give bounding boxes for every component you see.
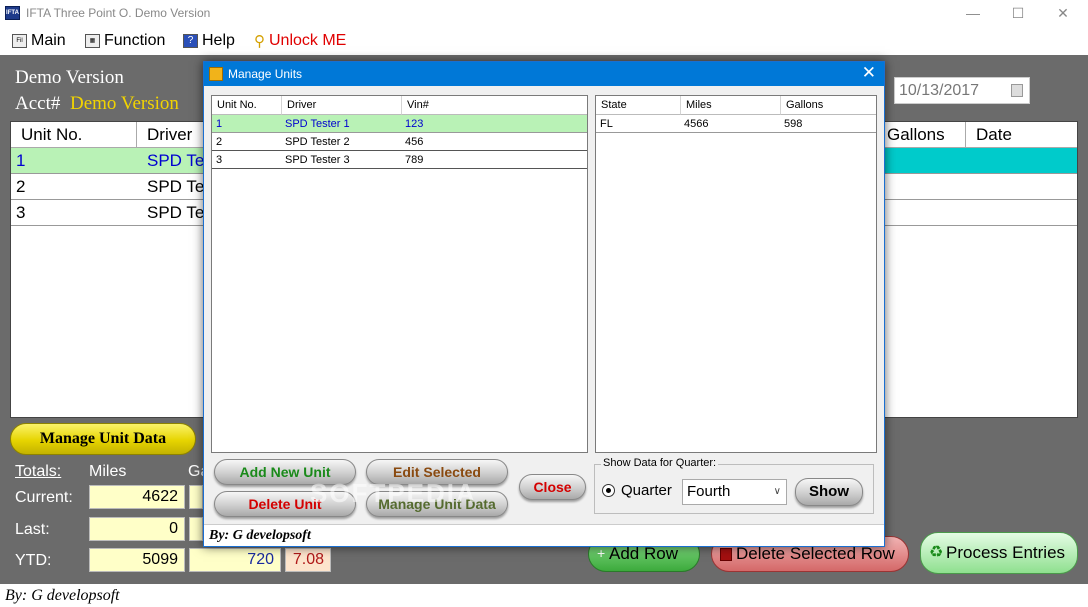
current-label: Current: bbox=[15, 489, 73, 506]
menu-unlock-label: Unlock ME bbox=[269, 32, 347, 49]
dialog-footer-text: By: G developsoft bbox=[209, 528, 311, 543]
manage-unit-data-button[interactable]: Manage Unit Data bbox=[10, 423, 196, 455]
quarter-select-value: Fourth bbox=[687, 483, 731, 500]
dialog-title-bar: Manage Units ✕ bbox=[204, 62, 884, 86]
title-bar: IFTA IFTA Three Point O. Demo Version — … bbox=[0, 0, 1088, 27]
col-gallons[interactable]: Gallons bbox=[877, 122, 966, 148]
key-icon: ⚲ bbox=[254, 33, 265, 50]
menu-help[interactable]: ? Help bbox=[183, 32, 235, 50]
chevron-down-icon: ∨ bbox=[773, 486, 781, 497]
menu-main-label: Main bbox=[31, 32, 66, 49]
miles-label: Miles bbox=[89, 463, 127, 480]
col-date[interactable]: Date bbox=[966, 122, 1077, 148]
selected-cell-highlight bbox=[877, 148, 1077, 173]
units-grid[interactable]: Unit No. Driver Vin# 1 SPD Tester 1 123 … bbox=[211, 95, 588, 453]
quarter-radio-label: Quarter bbox=[621, 482, 672, 499]
cell-vin: 456 bbox=[405, 136, 424, 148]
ytd-miles: 5099 bbox=[89, 548, 185, 572]
totals-label: Totals: bbox=[15, 463, 62, 480]
version-label: Demo Version bbox=[15, 67, 124, 88]
date-picker[interactable]: 10/13/2017 bbox=[894, 77, 1030, 104]
quarter-group: Show Data for Quarter: Quarter Fourth ∨ … bbox=[594, 457, 874, 514]
close-button[interactable]: Close bbox=[519, 474, 586, 500]
cell-unit: 1 bbox=[216, 118, 223, 130]
table-row[interactable]: 1 SPD Tester 1 123 bbox=[212, 115, 587, 133]
current-miles: 4622 bbox=[89, 485, 185, 509]
watermark: SOFTPEDIA bbox=[310, 478, 477, 508]
col-state[interactable]: State bbox=[596, 96, 681, 115]
radio-dot bbox=[606, 488, 611, 493]
app-window: IFTA IFTA Three Point O. Demo Version — … bbox=[0, 0, 1088, 607]
cell-unit: 3 bbox=[216, 154, 223, 166]
help-icon: ? bbox=[183, 34, 198, 48]
close-icon[interactable]: ✕ bbox=[1053, 4, 1073, 22]
minimize-icon[interactable]: — bbox=[963, 4, 983, 22]
ytd-gallons: 720 bbox=[189, 548, 281, 572]
calendar-icon[interactable] bbox=[1011, 84, 1023, 97]
cell-driver: SPD Te bbox=[147, 177, 205, 196]
menu-main[interactable]: Fil Main bbox=[12, 32, 66, 50]
cell-driver: SPD Te bbox=[147, 203, 205, 222]
col-unit-no[interactable]: Unit No. bbox=[11, 122, 137, 148]
table-row[interactable]: 2 SPD Tester 2 456 bbox=[212, 133, 587, 151]
acct-label: Acct# bbox=[15, 93, 61, 114]
function-icon: ▦ bbox=[85, 34, 100, 48]
status-bar: By: G developsoft bbox=[0, 584, 1088, 607]
process-label: Process Entries bbox=[946, 543, 1066, 562]
menu-function-label: Function bbox=[104, 32, 166, 49]
current-gallons bbox=[189, 485, 203, 509]
col-gallons[interactable]: Gallons bbox=[781, 96, 876, 115]
dialog-icon bbox=[209, 67, 223, 81]
last-gallons bbox=[189, 517, 203, 541]
acct-value: Demo Version bbox=[70, 93, 179, 114]
quarter-select[interactable]: Fourth ∨ bbox=[682, 479, 787, 505]
cell-gallons: 598 bbox=[784, 118, 803, 130]
date-value: 10/13/2017 bbox=[899, 82, 980, 99]
plus-icon: + bbox=[597, 545, 606, 561]
cell-driver: SPD Tester 1 bbox=[285, 118, 350, 130]
cell-state: FL bbox=[600, 118, 613, 130]
status-text: By: G developsoft bbox=[5, 587, 120, 604]
show-button[interactable]: Show bbox=[795, 478, 863, 506]
states-grid[interactable]: State Miles Gallons FL 4566 598 bbox=[595, 95, 877, 453]
app-icon: IFTA bbox=[5, 6, 20, 20]
cell-vin: 123 bbox=[405, 118, 424, 130]
cell-unit: 3 bbox=[16, 203, 26, 222]
cell-unit: 2 bbox=[216, 136, 223, 148]
col-miles[interactable]: Miles bbox=[681, 96, 781, 115]
menu-help-label: Help bbox=[202, 32, 235, 49]
col-driver[interactable]: Driver bbox=[282, 96, 402, 115]
manage-units-dialog: Manage Units ✕ Unit No. Driver Vin# 1 SP… bbox=[203, 61, 885, 547]
menu-bar: Fil Main ▦ Function ? Help ⚲ Unlock ME bbox=[0, 27, 1088, 55]
dialog-title: Manage Units bbox=[228, 67, 303, 81]
menu-unlock[interactable]: ⚲ Unlock ME bbox=[254, 32, 346, 50]
ytd-mpg: 7.08 bbox=[285, 548, 331, 572]
table-row[interactable]: 3 SPD Tester 3 789 bbox=[212, 151, 587, 169]
delete-icon bbox=[720, 548, 732, 561]
process-entries-button[interactable]: ♻ Process Entries bbox=[920, 532, 1078, 574]
cell-driver: SPD Tester 3 bbox=[285, 154, 350, 166]
cell-miles: 4566 bbox=[684, 118, 709, 130]
main-icon: Fil bbox=[12, 34, 27, 48]
cell-vin: 789 bbox=[405, 154, 424, 166]
col-vin[interactable]: Vin# bbox=[402, 96, 587, 115]
menu-function[interactable]: ▦ Function bbox=[85, 32, 165, 50]
last-label: Last: bbox=[15, 521, 50, 538]
cell-driver: SPD Te bbox=[147, 151, 205, 170]
quarter-group-label: Show Data for Quarter: bbox=[601, 457, 719, 469]
cell-unit: 1 bbox=[16, 151, 26, 170]
maximize-icon[interactable]: ☐ bbox=[1008, 4, 1028, 22]
ytd-label: YTD: bbox=[15, 552, 52, 569]
cell-driver: SPD Tester 2 bbox=[285, 136, 350, 148]
window-title: IFTA Three Point O. Demo Version bbox=[26, 6, 211, 20]
col-unit-no[interactable]: Unit No. bbox=[212, 96, 282, 115]
last-miles: 0 bbox=[89, 517, 185, 541]
quarter-radio[interactable] bbox=[602, 484, 615, 497]
dialog-footer: By: G developsoft bbox=[204, 524, 884, 546]
dialog-close-icon[interactable]: ✕ bbox=[862, 62, 876, 84]
table-row[interactable]: FL 4566 598 bbox=[596, 115, 876, 133]
recycle-icon: ♻ bbox=[929, 544, 944, 561]
cell-unit: 2 bbox=[16, 177, 26, 196]
